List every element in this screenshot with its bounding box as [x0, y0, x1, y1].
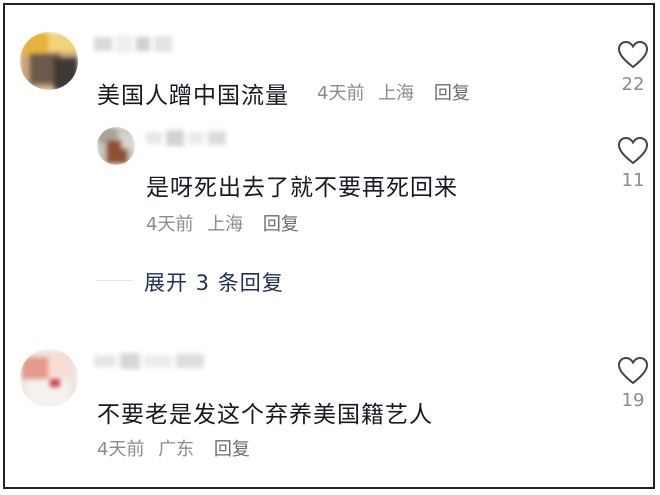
username-blurred [94, 353, 204, 369]
reply-location: 上海 [207, 214, 244, 235]
reply-time: 4天前 [146, 214, 194, 235]
reply-button[interactable]: 回复 [434, 83, 470, 104]
reply-button[interactable]: 回复 [263, 214, 299, 235]
like-count: 11 [621, 170, 645, 191]
like-count: 22 [621, 74, 645, 95]
comment-time: 4天前 [317, 83, 365, 104]
like-button[interactable]: 22 [611, 40, 655, 95]
expand-replies-button[interactable]: 展开 3 条回复 [144, 267, 284, 297]
comment-location: 广东 [158, 439, 195, 460]
comment-text: 美国人蹭中国流量 [97, 83, 289, 109]
comment-text: 不要老是发这个弃养美国籍艺人 [97, 402, 433, 428]
comment-meta: 4天前 广东 回复 [97, 435, 250, 461]
comment-location: 上海 [378, 83, 415, 104]
avatar[interactable] [20, 32, 78, 90]
heart-outline-icon [617, 40, 649, 69]
comment-meta: 4天前 上海 回复 [317, 79, 470, 105]
like-button[interactable]: 19 [611, 356, 655, 411]
comment-time: 4天前 [97, 439, 145, 460]
username-blurred [146, 130, 226, 146]
like-button[interactable]: 11 [611, 136, 655, 191]
reply-button[interactable]: 回复 [214, 439, 250, 460]
avatar[interactable] [20, 349, 78, 407]
expand-divider [97, 280, 133, 281]
reply-meta: 4天前 上海 回复 [146, 210, 299, 236]
like-count: 19 [621, 390, 645, 411]
reply-text: 是呀死出去了就不要再死回来 [146, 175, 458, 201]
username-blurred [94, 35, 172, 53]
avatar[interactable] [97, 127, 135, 165]
heart-outline-icon [617, 136, 649, 165]
heart-outline-icon [617, 356, 649, 385]
